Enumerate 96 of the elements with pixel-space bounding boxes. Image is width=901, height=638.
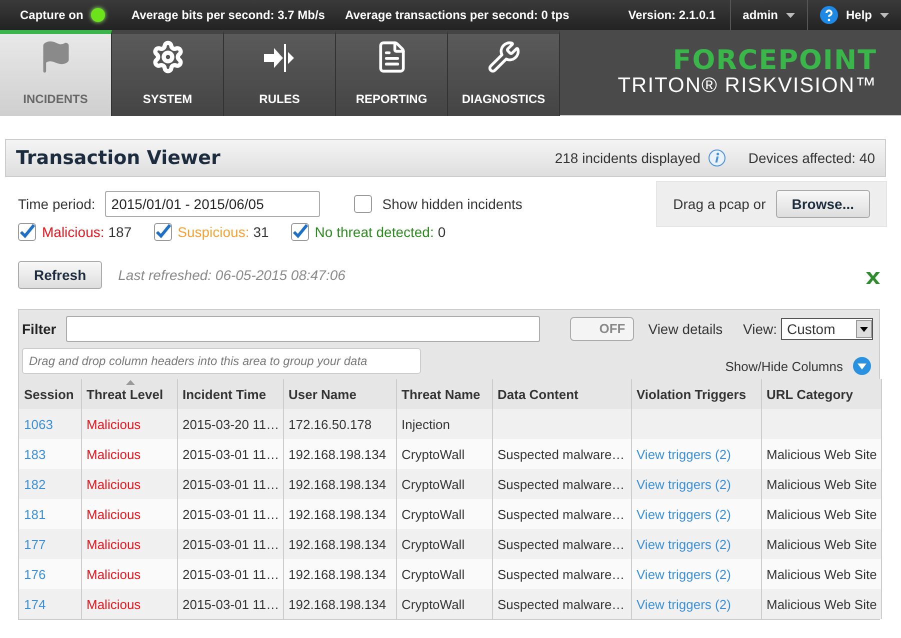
nav-tab[interactable]: REPORTING (336, 30, 448, 116)
view-details-label: View details (648, 320, 724, 336)
devices-affected: Devices affected: 40 (748, 150, 875, 166)
brand-logo: FORCEPOINT (672, 47, 877, 74)
transaction-rate: Average transactions per second: 0 tps (344, 8, 570, 22)
table-cell: CryptoWall (396, 439, 492, 469)
table-cell: Malicious Web Site (761, 499, 881, 529)
filter-label: Filter (22, 320, 56, 336)
product-name: TRITON® RISKVISION™ (618, 74, 877, 98)
column-header[interactable]: Threat Name (396, 379, 492, 409)
column-header[interactable]: Violation Triggers (631, 379, 761, 409)
show-hide-columns[interactable]: Show/Hide Columns (725, 358, 843, 374)
time-period-field[interactable]: 2015/01/01 - 2015/06/05 (105, 191, 320, 217)
wrench-icon (486, 40, 520, 74)
table-cell: Malicious Web Site (761, 529, 881, 559)
table-cell: Malicious (81, 439, 177, 469)
table-cell: Suspected malware… (492, 589, 631, 619)
filter-field[interactable] (66, 316, 540, 342)
column-header[interactable]: Session (19, 379, 81, 409)
table-cell: Malicious (81, 469, 177, 499)
table-cell: Suspected malware… (492, 529, 631, 559)
view-label: View: (743, 320, 777, 336)
refresh-button[interactable]: Refresh (18, 261, 102, 289)
checkbox[interactable] (290, 223, 309, 241)
info-icon[interactable] (708, 149, 726, 167)
table-cell: 2015-03-01 11… (177, 499, 283, 529)
table-cell: Suspected malware… (492, 559, 631, 589)
checkbox-label: Show hidden incidents (382, 196, 522, 212)
table-cell: 192.168.198.134 (283, 469, 396, 499)
pcap-label: Drag a pcap or (673, 196, 766, 212)
table-cell: Malicious Web Site (761, 469, 881, 499)
nav-tab[interactable]: DIAGNOSTICS (448, 30, 560, 116)
threat-count: 187 (108, 224, 132, 240)
threat-filter-label: Malicious: (42, 224, 104, 240)
column-header[interactable]: Data Content (492, 379, 631, 409)
spreadsheet-export-icon[interactable] (865, 271, 881, 285)
pcap-drop-zone[interactable]: Drag a pcap or Browse... (656, 181, 887, 227)
table-cell: Malicious (81, 529, 177, 559)
table-cell: CryptoWall (396, 559, 492, 589)
table-cell: Suspected malware… (492, 439, 631, 469)
time-period-label: Time period: (18, 196, 96, 212)
column-header[interactable]: Incident Time (177, 379, 283, 409)
gear-icon (150, 40, 184, 74)
table-cell: 2015-03-01 11… (177, 529, 283, 559)
caret-icon (880, 12, 889, 18)
threat-count: 0 (438, 224, 446, 240)
column-header[interactable]: User Name (283, 379, 396, 409)
table-cell: Malicious (81, 499, 177, 529)
page-title: Transaction Viewer (16, 147, 222, 169)
nav-tab[interactable]: SYSTEM (112, 30, 224, 116)
checkbox[interactable] (18, 223, 36, 241)
table-cell: CryptoWall (396, 589, 492, 619)
capture-status: Capture on (19, 8, 84, 22)
table-cell: 192.168.198.134 (283, 529, 396, 559)
table-cell: CryptoWall (396, 499, 492, 529)
table-cell: CryptoWall (396, 529, 492, 559)
nav-tab[interactable]: RULES (224, 30, 336, 116)
threat-filter-label: No threat detected: (314, 224, 434, 240)
browse-button[interactable]: Browse... (776, 190, 870, 218)
last-refreshed: Last refreshed: 06-05-2015 08:47:06 (118, 267, 346, 283)
table-cell: 2015-03-01 11… (177, 469, 283, 499)
table-cell: 192.168.198.134 (283, 439, 396, 469)
table-cell: Malicious (81, 559, 177, 589)
checkbox[interactable] (154, 223, 172, 241)
table-cell: Malicious Web Site (761, 589, 881, 619)
column-header[interactable]: URL Category (761, 379, 881, 409)
table-cell: Malicious Web Site (761, 559, 881, 589)
group-drop-zone[interactable]: Drag and drop column headers into this area to group your data (22, 348, 421, 374)
help-icon (820, 6, 838, 24)
table-cell: 2015-03-01 11… (177, 559, 283, 589)
table-cell: Malicious (81, 589, 177, 619)
version-label: Version: 2.1.0.1 (627, 8, 717, 22)
table-cell: Malicious Web Site (761, 439, 881, 469)
expand-icon[interactable] (853, 357, 871, 375)
threat-count: 31 (253, 224, 269, 240)
table-cell: 192.168.198.134 (283, 589, 396, 619)
threat-filter-label: Suspicious: (178, 224, 250, 240)
table-cell: Injection (396, 409, 492, 439)
table-cell: 2015-03-20 11… (177, 409, 283, 439)
table-cell: Suspected malware… (492, 469, 631, 499)
nav-tab[interactable]: INCIDENTS (0, 30, 112, 116)
table-cell: 192.168.198.134 (283, 559, 396, 589)
table-cell: 172.16.50.178 (283, 409, 396, 439)
table-cell: 192.168.198.134 (283, 499, 396, 529)
sort-icon (126, 380, 134, 385)
table-cell: Malicious (81, 409, 177, 439)
checkbox[interactable] (354, 195, 372, 213)
incident-count: 218 incidents displayed (554, 150, 700, 166)
bits-rate: Average bits per second: 3.7 Mb/s (130, 8, 325, 22)
caret-icon (786, 12, 795, 18)
table-cell: CryptoWall (396, 469, 492, 499)
column-header[interactable]: Threat Level (81, 379, 177, 409)
table-cell: 2015-03-01 11… (177, 439, 283, 469)
view-select[interactable]: Custom (781, 318, 873, 340)
table-cell: 2015-03-01 11… (177, 589, 283, 619)
table-cell: Suspected malware… (492, 499, 631, 529)
